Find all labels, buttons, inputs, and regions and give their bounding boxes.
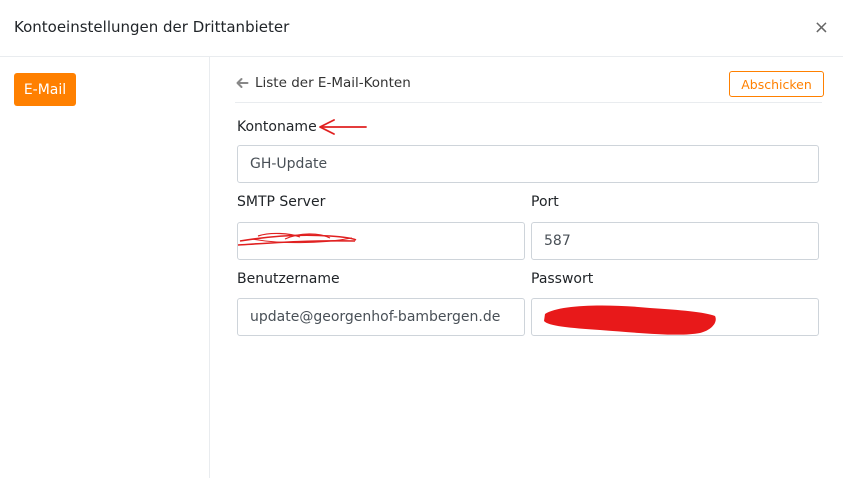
back-to-list-link[interactable]: Liste der E-Mail-Konten (235, 75, 411, 91)
close-icon[interactable]: × (814, 18, 829, 38)
password-label: Passwort (531, 271, 594, 287)
form-toolbar: Liste der E-Mail-Konten Abschicken (235, 69, 824, 103)
arrow-left-icon (236, 78, 249, 88)
submit-button[interactable]: Abschicken (729, 71, 824, 97)
dialog-title: Kontoeinstellungen der Drittanbieter (14, 18, 290, 36)
port-label: Port (531, 194, 559, 210)
port-input[interactable] (531, 222, 819, 260)
dialog-header: Kontoeinstellungen der Drittanbieter × (0, 0, 843, 57)
back-link-label: Liste der E-Mail-Konten (255, 75, 411, 91)
password-input[interactable] (531, 298, 819, 336)
smtp-server-label: SMTP Server (237, 194, 326, 210)
sidebar-item-email[interactable]: E-Mail (14, 73, 76, 106)
account-name-input[interactable] (237, 145, 819, 183)
smtp-server-input[interactable] (237, 222, 525, 260)
main-panel: Liste der E-Mail-Konten Abschicken Konto… (210, 57, 843, 478)
sidebar: E-Mail (0, 57, 210, 478)
username-label: Benutzername (237, 271, 340, 287)
account-name-label: Kontoname (237, 119, 317, 135)
username-input[interactable] (237, 298, 525, 336)
